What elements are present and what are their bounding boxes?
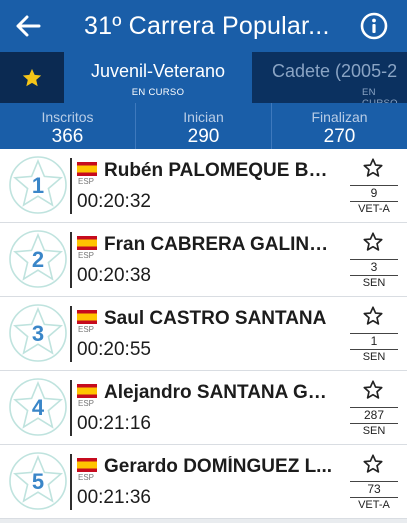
- stat-label: Inscritos: [41, 109, 94, 125]
- position-badge: 5: [8, 451, 68, 511]
- runner-name: Saul CASTRO SANTANA: [104, 308, 327, 329]
- tab-status: EN CURSO: [362, 87, 398, 103]
- finish-time: 00:20:55: [77, 339, 151, 360]
- tab-cadete[interactable]: Cadete (2005-2 EN CURSO: [252, 52, 407, 103]
- position-badge: 3: [8, 303, 68, 363]
- star-outline-icon[interactable]: [362, 157, 384, 179]
- spain-flag-icon: [77, 236, 97, 250]
- stat-value: 270: [323, 126, 356, 147]
- stat-label: Finalizan: [311, 109, 368, 125]
- category-label: SEN: [362, 425, 386, 437]
- bib-category: 3 SEN: [350, 259, 398, 290]
- bib-number: 9: [350, 185, 398, 202]
- country-code: ESP: [78, 177, 95, 186]
- finish-time: 00:21:16: [77, 413, 151, 434]
- row-divider: [70, 454, 72, 510]
- stat-inscritos: Inscritos 366: [0, 103, 136, 149]
- star-outline-icon[interactable]: [362, 379, 384, 401]
- page-title: 31º Carrera Popular...: [84, 11, 330, 40]
- result-row[interactable]: 2 ESP Fran CABRERA GALINDO 00:20:38 3 SE…: [0, 223, 407, 297]
- tab-label: Juvenil-Veterano: [90, 61, 226, 81]
- category-label: SEN: [362, 351, 386, 363]
- position-number: 4: [31, 395, 45, 420]
- stat-label: Inician: [183, 109, 224, 125]
- stat-finalizan: Finalizan 270: [272, 103, 407, 149]
- star-outline-icon[interactable]: [362, 453, 384, 475]
- row-divider: [70, 306, 72, 362]
- finish-time: 00:21:36: [77, 487, 151, 508]
- row-divider: [70, 380, 72, 436]
- info-button[interactable]: [359, 11, 389, 41]
- category-label: VET-A: [358, 499, 390, 511]
- country-code: ESP: [78, 325, 95, 334]
- country-code: ESP: [78, 473, 95, 482]
- position-number: 2: [31, 247, 45, 272]
- position-badge: 4: [8, 377, 68, 437]
- stat-inician: Inician 290: [136, 103, 272, 149]
- app-bar: 31º Carrera Popular...: [0, 0, 407, 52]
- result-row[interactable]: 5 ESP Gerardo DOMÍNGUEZ L... 00:21:36 73…: [0, 445, 407, 519]
- tab-label: Cadete (2005-2: [272, 61, 398, 81]
- bib-number: 3: [350, 259, 398, 276]
- bib-category: 287 SEN: [350, 407, 398, 438]
- category-tabs: Juvenil-Veterano EN CURSO Cadete (2005-2…: [0, 52, 407, 103]
- bib-category: 9 VET-A: [350, 185, 398, 216]
- category-label: SEN: [362, 277, 386, 289]
- tab-juvenil-veterano[interactable]: Juvenil-Veterano EN CURSO: [64, 52, 252, 103]
- result-row[interactable]: 3 ESP Saul CASTRO SANTANA 00:20:55 1 SEN: [0, 297, 407, 371]
- star-outline-icon[interactable]: [362, 231, 384, 253]
- position-number: 3: [31, 321, 45, 346]
- bib-category: 73 VET-A: [350, 481, 398, 512]
- country-code: ESP: [78, 251, 95, 260]
- stat-value: 290: [187, 126, 220, 147]
- bib-number: 287: [350, 407, 398, 424]
- arrow-left-icon: [16, 15, 41, 37]
- bib-number: 1: [350, 333, 398, 350]
- result-row[interactable]: 1 ESP Rubén PALOMEQUE BA... 00:20:32 9 V…: [0, 149, 407, 223]
- position-number: 5: [31, 469, 45, 494]
- tab-status: EN CURSO: [131, 87, 185, 98]
- result-row[interactable]: 4 ESP Alejandro SANTANA GO... 00:21:16 2…: [0, 371, 407, 445]
- country-code: ESP: [78, 399, 95, 408]
- runner-name: Fran CABRERA GALINDO: [104, 234, 336, 255]
- bib-category: 1 SEN: [350, 333, 398, 364]
- runner-name: Alejandro SANTANA GO...: [104, 382, 336, 403]
- star-icon: [22, 68, 42, 86]
- category-label: VET-A: [358, 203, 390, 215]
- row-divider: [70, 232, 72, 288]
- position-number: 1: [31, 173, 45, 198]
- bib-number: 73: [350, 481, 398, 498]
- position-badge: 2: [8, 229, 68, 289]
- info-icon: [360, 12, 388, 40]
- finish-time: 00:20:38: [77, 265, 151, 286]
- stats-bar: Inscritos 366 Inician 290 Finalizan 270: [0, 103, 407, 149]
- spain-flag-icon: [77, 458, 97, 472]
- spain-flag-icon: [77, 162, 97, 176]
- finish-time: 00:20:32: [77, 191, 151, 212]
- back-button[interactable]: [0, 0, 56, 52]
- star-outline-icon[interactable]: [362, 305, 384, 327]
- spain-flag-icon: [77, 310, 97, 324]
- spain-flag-icon: [77, 384, 97, 398]
- runner-name: Gerardo DOMÍNGUEZ L...: [104, 456, 333, 477]
- results-list: 1 ESP Rubén PALOMEQUE BA... 00:20:32 9 V…: [0, 149, 407, 519]
- stat-value: 366: [51, 126, 84, 147]
- runner-name: Rubén PALOMEQUE BA...: [104, 160, 336, 181]
- position-badge: 1: [8, 155, 68, 215]
- tab-favorites[interactable]: [0, 52, 64, 103]
- row-divider: [70, 158, 72, 214]
